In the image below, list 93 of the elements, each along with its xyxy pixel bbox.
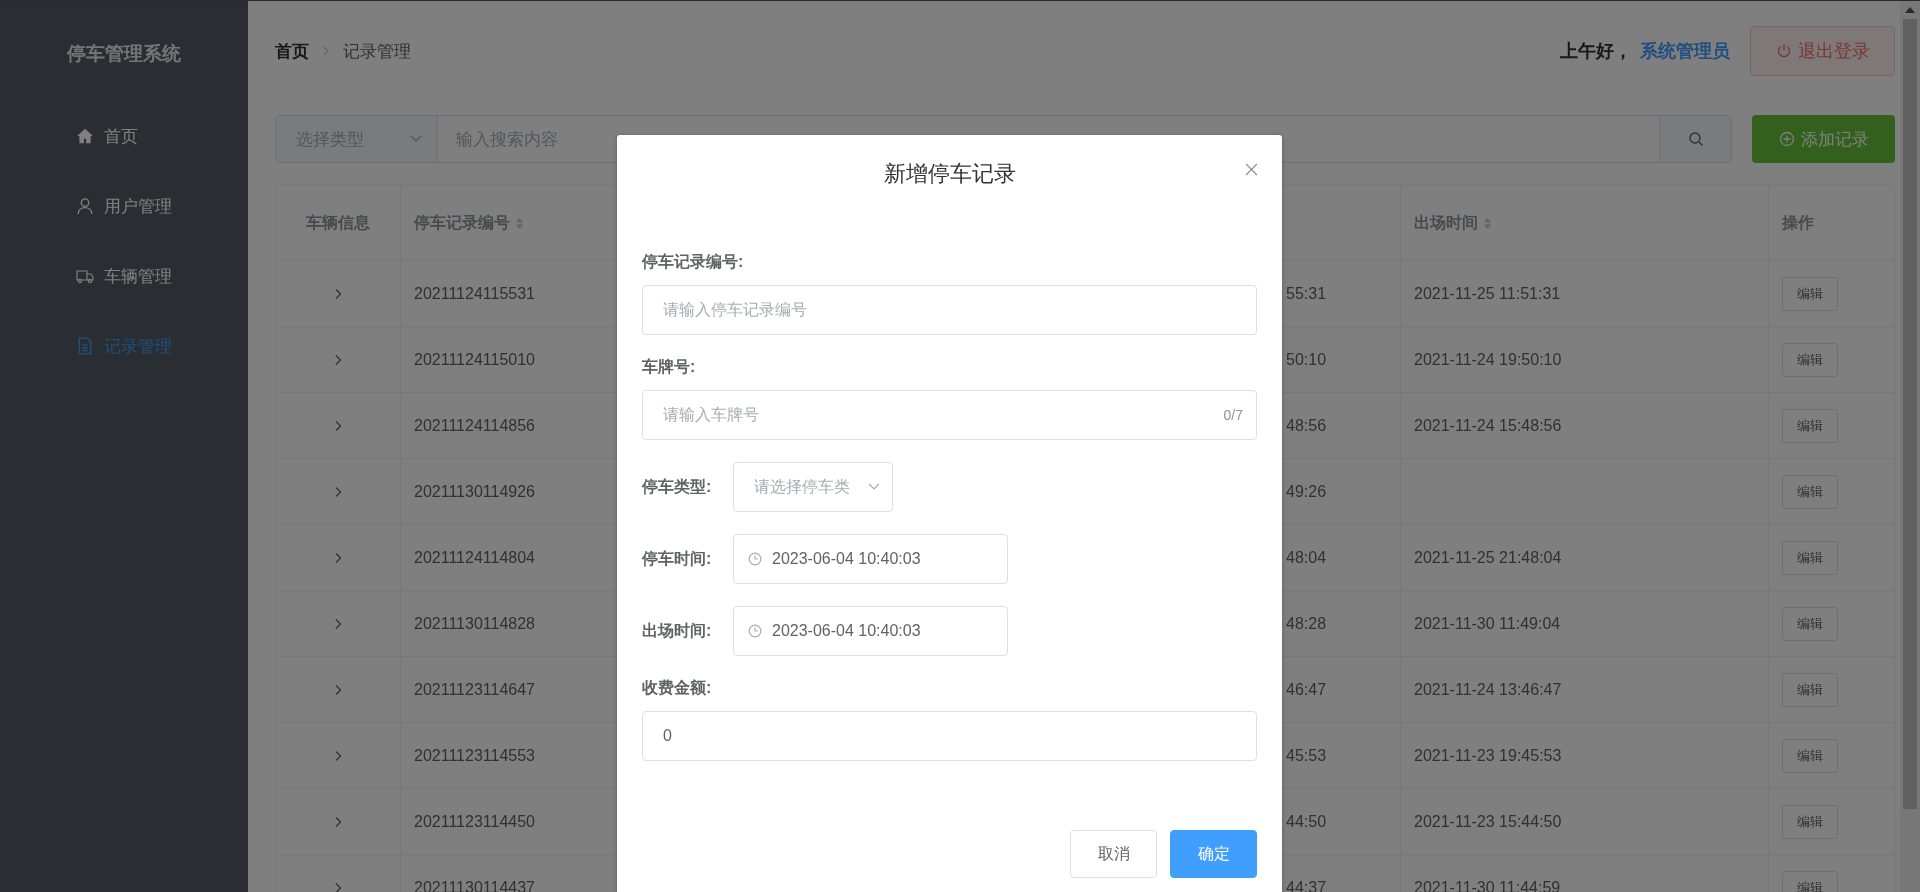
field-label: 车牌号: [642,357,697,377]
truck-icon [76,267,94,285]
table-cell: 20211123114553 [414,746,535,765]
select-field[interactable]: 请选择停车类 [733,462,893,512]
input-field[interactable]: 请输入停车记录编号 [642,285,1257,335]
chevron-down-icon [868,483,880,491]
table-cell: 2021-11-24 19:50:10 [1414,350,1562,369]
input-field[interactable]: 0 [642,711,1257,761]
scrollbar[interactable] [1900,1,1920,892]
expand-icon[interactable] [334,617,342,630]
chevron-right-icon [321,46,331,56]
edit-button[interactable]: 编辑 [1782,408,1838,443]
edit-button[interactable]: 编辑 [1782,738,1838,773]
expand-icon[interactable] [334,881,342,892]
expand-icon[interactable] [334,749,342,762]
sidebar-item[interactable]: 用户管理 [0,171,248,241]
edit-button[interactable]: 编辑 [1782,474,1838,509]
table-cell: 2021-11-30 11:44:59 [1414,878,1561,892]
table-cell: 2021-11-25 21:48:04 [1414,548,1562,567]
table-cell: 20211124115531 [414,284,535,303]
close-icon[interactable] [1245,163,1258,176]
field-label: 出场时间: [642,620,713,641]
document-icon [76,337,94,355]
edit-button[interactable]: 编辑 [1782,342,1838,377]
table-cell: 2021-11-25 11:51:31 [1414,284,1561,303]
field-label: 停车时间: [642,548,713,569]
sort-icon[interactable] [1483,216,1492,230]
date-time-field[interactable]: 2023-06-04 10:40:03 [733,606,1008,656]
plus-circle-icon [1778,131,1795,147]
app-title: 停车管理系统 [65,42,182,66]
input-field[interactable]: 请输入车牌号 0/7 [642,390,1257,440]
user-icon [76,197,94,215]
table-cell: 46:47 [1286,680,1327,699]
table-cell: 20211123114647 [414,680,535,699]
edit-button[interactable]: 编辑 [1782,276,1838,311]
add-record-button[interactable]: 添加记录 [1752,115,1895,163]
sidebar-item[interactable]: 首页 [0,101,248,171]
table-cell: 2021-11-24 13:46:47 [1414,680,1562,699]
field-label: 收费金额: [642,678,713,698]
table-cell: 2021-11-23 15:44:50 [1414,812,1562,831]
expand-icon[interactable] [334,419,342,432]
table-cell: 44:37 [1286,878,1327,892]
greeting-text: 上午好， [1560,40,1632,63]
table-cell: 20211130114828 [414,614,535,633]
edit-button[interactable]: 编辑 [1782,672,1838,707]
search-icon [1687,131,1704,147]
scroll-thumb[interactable] [1903,19,1917,809]
clock-icon [748,624,762,638]
table-cell: 20211124114804 [414,548,535,567]
expand-icon[interactable] [334,353,342,366]
edit-button[interactable]: 编辑 [1782,606,1838,641]
field-label: 停车记录编号: [642,252,745,272]
table-cell: 20211124114856 [414,416,535,435]
cancel-button[interactable]: 取消 [1070,830,1157,878]
table-cell: 48:56 [1286,416,1327,435]
edit-button[interactable]: 编辑 [1782,804,1838,839]
table-cell: 49:26 [1286,482,1327,501]
table-cell: 48:04 [1286,548,1327,567]
search-button[interactable] [1659,116,1731,162]
table-cell: 48:28 [1286,614,1327,633]
edit-button[interactable]: 编辑 [1782,540,1838,575]
table-cell: 45:53 [1286,746,1327,765]
home-icon [76,127,94,145]
table-cell: 2021-11-24 15:48:56 [1414,416,1562,435]
expand-icon[interactable] [334,287,342,300]
table-cell: 44:50 [1286,812,1327,831]
sidebar-item[interactable]: 车辆管理 [0,241,248,311]
expand-icon[interactable] [334,683,342,696]
dialog-title: 新增停车记录 [882,160,1017,188]
date-time-field[interactable]: 2023-06-04 10:40:03 [733,534,1008,584]
power-icon [1775,43,1792,59]
chevron-down-icon [410,135,422,143]
expand-icon[interactable] [334,485,342,498]
table-cell: 20211123114450 [414,812,535,831]
expand-icon[interactable] [334,551,342,564]
user-name[interactable]: 系统管理员 [1640,39,1730,63]
table-cell: 55:31 [1286,284,1327,303]
scroll-up-icon[interactable] [1905,7,1915,13]
table-cell: 2021-11-30 11:49:04 [1414,614,1561,633]
expand-icon[interactable] [334,815,342,828]
character-counter: 0/7 [1223,407,1243,423]
confirm-button[interactable]: 确定 [1170,830,1257,878]
breadcrumb-link[interactable]: 记录管理 [343,39,411,63]
sort-icon[interactable] [515,216,524,230]
field-label: 停车类型: [642,476,713,497]
table-cell: 2021-11-23 19:45:53 [1414,746,1562,765]
table-cell: 20211130114926 [414,482,535,501]
table-cell: 20211130114437 [414,878,535,892]
table-cell: 20211124115010 [414,350,535,369]
clock-icon [748,552,762,566]
breadcrumb-link[interactable]: 首页 [275,39,309,63]
logout-button[interactable]: 退出登录 [1750,26,1895,76]
table-cell: 50:10 [1286,350,1327,369]
